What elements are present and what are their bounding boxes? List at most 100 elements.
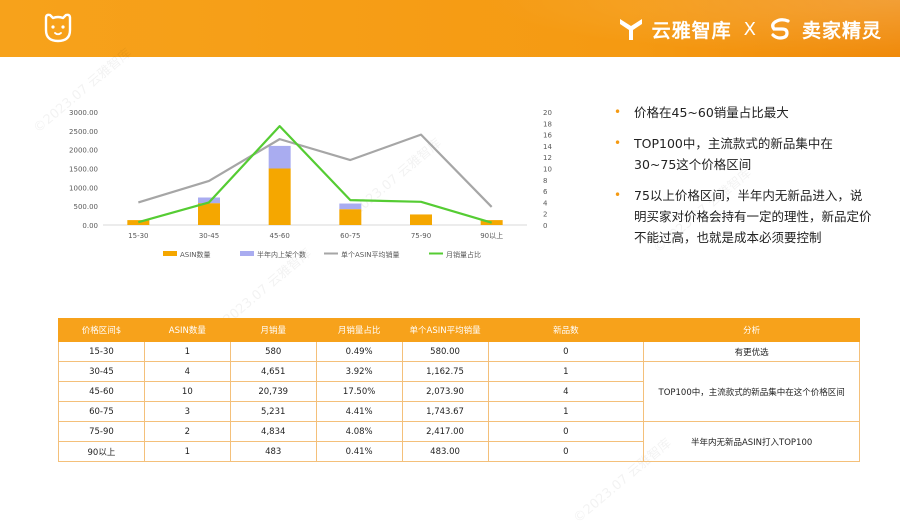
bar bbox=[268, 145, 291, 169]
y-right-tick-label: 4 bbox=[543, 199, 548, 207]
brand-yunya: 云雅智库 bbox=[651, 19, 732, 42]
table-cell: 3 bbox=[143, 401, 231, 422]
y-left-tick-label: 1500.00 bbox=[69, 166, 98, 174]
column-header: ASIN数量 bbox=[143, 318, 231, 342]
y-left-tick-label: 500.00 bbox=[74, 203, 99, 211]
table-cell: 17.50% bbox=[315, 381, 403, 402]
legend-label: ASIN数量 bbox=[180, 250, 211, 259]
brand-separator: X bbox=[743, 18, 756, 40]
y-right-tick-label: 12 bbox=[543, 154, 552, 162]
y-right-tick-label: 6 bbox=[543, 188, 548, 196]
table-cell: 5,231 bbox=[229, 401, 317, 422]
y-left-tick-label: 3000.00 bbox=[69, 109, 98, 117]
legend-label: 半年内上架个数 bbox=[257, 250, 306, 259]
yunya-logo-icon bbox=[619, 19, 642, 40]
bullet-dot-icon: • bbox=[614, 105, 622, 119]
x-tick-label: 60-75 bbox=[340, 232, 360, 240]
bar bbox=[410, 214, 432, 225]
table-cell: 60-75 bbox=[58, 401, 145, 422]
x-tick-label: 45-60 bbox=[269, 232, 289, 240]
y-left-tick-label: 2500.00 bbox=[69, 128, 98, 136]
column-header: 价格区间$ bbox=[58, 318, 145, 342]
analysis-cell: 半年内无新品ASIN打入TOP100 bbox=[643, 421, 860, 462]
legend-swatch bbox=[240, 251, 254, 256]
insight-text: 75以上价格区间，半年内无新品进入，说明买家对价格会持有一定的理性，新品定价不能… bbox=[634, 188, 872, 245]
y-right-tick-label: 14 bbox=[543, 143, 552, 151]
bullet-dot-icon: • bbox=[614, 136, 622, 150]
table-cell: 4.41% bbox=[315, 401, 403, 422]
table-cell: 483 bbox=[229, 441, 317, 462]
table-row: 75-90 2 4,834 4.08% 2,417.00 0 半年内无新品ASI… bbox=[58, 421, 860, 462]
y-left-tick-label: 1000.00 bbox=[69, 184, 98, 192]
insight-text: 价格在45~60销量占比最大 bbox=[634, 105, 789, 120]
table-cell: 30-45 bbox=[58, 361, 145, 382]
table-cell: 1 bbox=[143, 441, 231, 462]
brand-lockup: 云雅智库 X 卖家精灵 bbox=[618, 12, 882, 46]
table-row: 30-45 4 4,651 3.92% 1,162.75 1 TOP100中，主… bbox=[58, 361, 860, 422]
y-right-tick-label: 18 bbox=[543, 120, 552, 128]
table-cell: 4,834 bbox=[229, 421, 317, 442]
table-cell: 75-90 bbox=[58, 421, 145, 442]
bar bbox=[268, 168, 291, 225]
y-right-tick-label: 10 bbox=[543, 166, 552, 174]
insight-item: • 75以上价格区间，半年内无新品进入，说明买家对价格会持有一定的理性，新品定价不… bbox=[612, 185, 872, 248]
table-cell: 1 bbox=[143, 341, 231, 362]
insight-item: • TOP100中，主流款式的新品集中在30~75这个价格区间 bbox=[612, 133, 872, 175]
table-cell: 90以上 bbox=[58, 441, 145, 462]
table-cell: 15-30 bbox=[58, 341, 145, 362]
bar bbox=[339, 209, 362, 225]
maijia-logo-icon bbox=[771, 18, 790, 40]
table-cell: 4 bbox=[487, 381, 645, 402]
column-header: 月销量 bbox=[229, 318, 317, 342]
table-cell: 580 bbox=[229, 341, 317, 362]
analysis-cell: TOP100中，主流款式的新品集中在这个价格区间 bbox=[643, 361, 860, 422]
table-cell: 1 bbox=[487, 401, 645, 422]
table-cell: 45-60 bbox=[58, 381, 145, 402]
price-range-table: 价格区间$ ASIN数量 月销量 月销量占比 单个ASIN平均销量 新品数 分析… bbox=[58, 318, 860, 462]
series-line bbox=[138, 133, 493, 208]
column-header: 单个ASIN平均销量 bbox=[401, 318, 489, 342]
series-line bbox=[138, 125, 492, 224]
table-cell: 4,651 bbox=[229, 361, 317, 382]
table-cell: 2,417.00 bbox=[401, 421, 489, 442]
legend-label: 单个ASIN平均销量 bbox=[341, 250, 400, 259]
y-left-tick-label: 2000.00 bbox=[69, 147, 98, 155]
y-right-tick-label: 0 bbox=[543, 222, 547, 230]
table-cell: 0 bbox=[487, 441, 645, 462]
insight-text: TOP100中，主流款式的新品集中在30~75这个价格区间 bbox=[634, 136, 833, 172]
table-cell: 20,739 bbox=[229, 381, 317, 402]
table-row: 15-30 1 580 0.49% 580.00 0 有更优选 bbox=[58, 341, 860, 362]
table-cell: 3.92% bbox=[315, 361, 403, 382]
price-range-chart: 0.00 500.00 1000.00 1500.00 2000.00 2500.00 30… bbox=[55, 100, 555, 270]
table-cell: 0 bbox=[487, 421, 645, 442]
table-cell: 2,073.90 bbox=[401, 381, 489, 402]
insight-item: • 价格在45~60销量占比最大 bbox=[612, 102, 872, 123]
header-bar: 云雅智库 X 卖家精灵 bbox=[0, 0, 900, 57]
table-cell: 10 bbox=[143, 381, 231, 402]
table-cell: 4 bbox=[143, 361, 231, 382]
chart-svg: 0.00 500.00 1000.00 1500.00 2000.00 2500.00 30… bbox=[69, 109, 552, 259]
table-cell: 1,162.75 bbox=[401, 361, 489, 382]
x-tick-label: 30-45 bbox=[199, 232, 219, 240]
table-cell: 0.41% bbox=[315, 441, 403, 462]
table-cell: 2 bbox=[143, 421, 231, 442]
column-header: 月销量占比 bbox=[315, 318, 403, 342]
brand-maijia: 卖家精灵 bbox=[801, 19, 882, 42]
table-cell: 1 bbox=[487, 361, 645, 382]
table-cell: 0 bbox=[487, 341, 645, 362]
x-tick-label: 90以上 bbox=[480, 231, 503, 240]
legend-swatch bbox=[163, 251, 177, 256]
analysis-cell: 有更优选 bbox=[643, 341, 860, 362]
y-right-tick-label: 2 bbox=[543, 211, 547, 219]
bear-logo-icon bbox=[44, 13, 72, 43]
column-header: 新品数 bbox=[487, 318, 645, 342]
table-cell: 483.00 bbox=[401, 441, 489, 462]
legend-label: 月销量占比 bbox=[446, 250, 481, 259]
table-cell: 1,743.67 bbox=[401, 401, 489, 422]
y-left-tick-label: 0.00 bbox=[82, 222, 98, 230]
bullet-dot-icon: • bbox=[614, 188, 622, 202]
y-right-tick-label: 8 bbox=[543, 177, 547, 185]
table-cell: 0.49% bbox=[315, 341, 403, 362]
x-tick-label: 15-30 bbox=[128, 232, 148, 240]
column-header: 分析 bbox=[643, 318, 860, 342]
